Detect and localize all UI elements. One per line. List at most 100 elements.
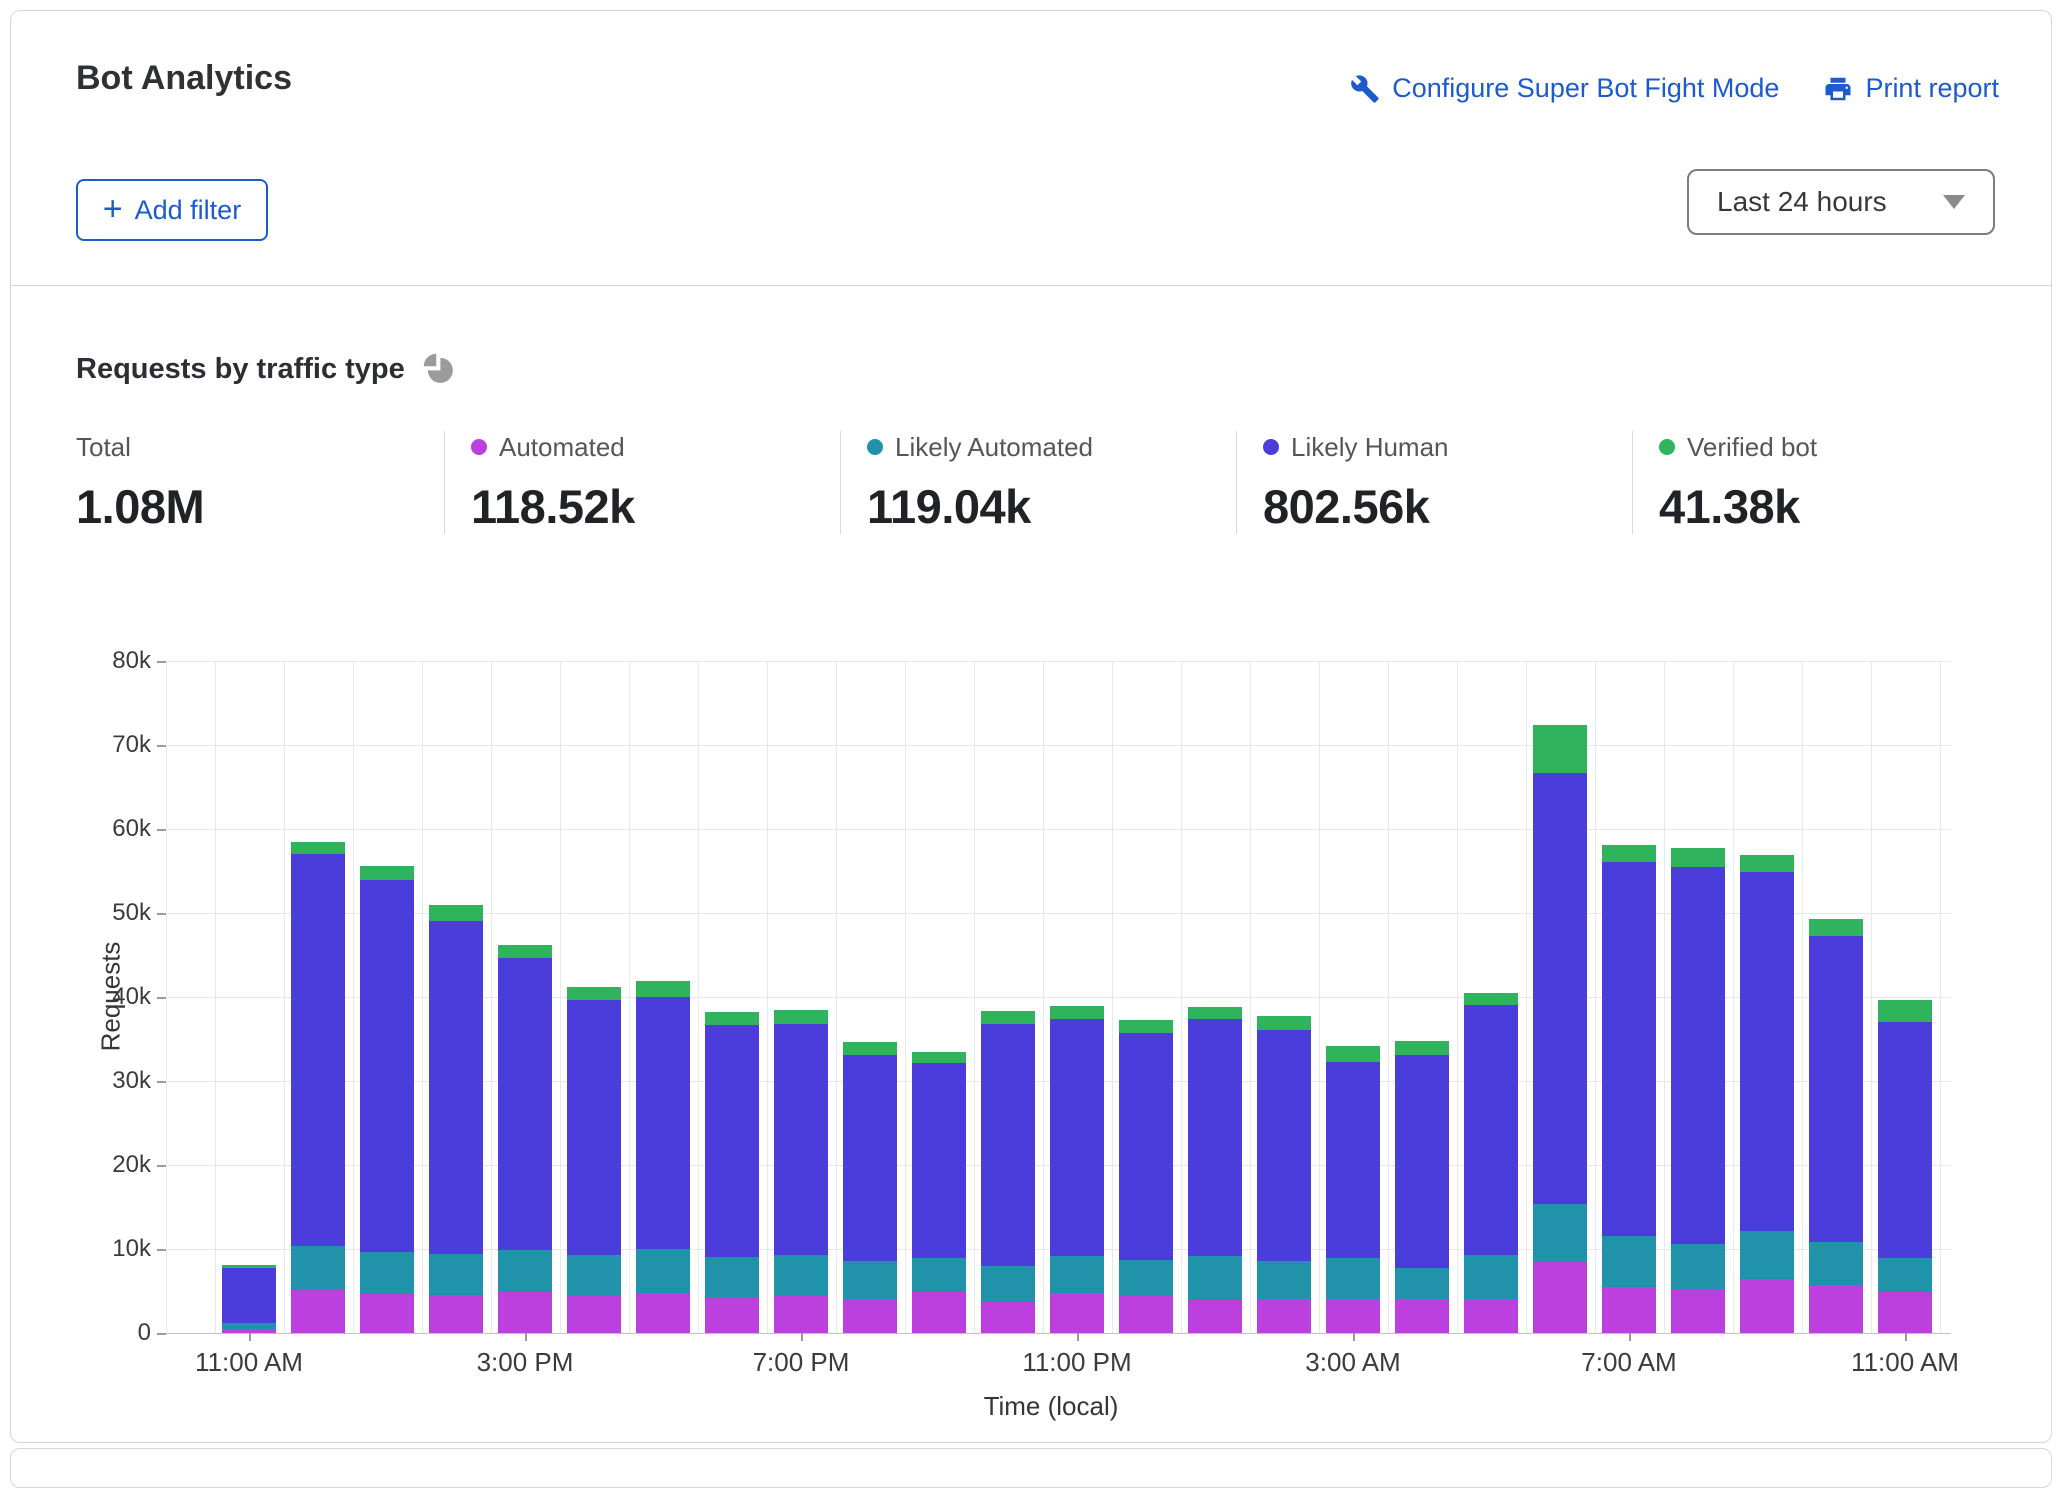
bar-8-00-pm-9[interactable] <box>843 1042 897 1333</box>
bar-5-00-pm-6[interactable] <box>636 981 690 1333</box>
bar-3-00-pm-4[interactable] <box>498 945 552 1333</box>
bar-segment-likely-human[interactable] <box>1395 1055 1449 1268</box>
bar-10-00-pm-11[interactable] <box>981 1011 1035 1333</box>
bar-segment-automated[interactable] <box>912 1292 966 1333</box>
bar-segment-automated[interactable] <box>1050 1293 1104 1333</box>
bar-segment-likely-human[interactable] <box>1809 936 1863 1243</box>
bar-segment-verified-bot[interactable] <box>1464 993 1518 1005</box>
bar-segment-verified-bot[interactable] <box>1395 1041 1449 1055</box>
bar-segment-likely-automated[interactable] <box>1602 1236 1656 1287</box>
bar-segment-verified-bot[interactable] <box>1671 848 1725 866</box>
bar-11-00-am-0[interactable] <box>222 1265 276 1333</box>
bar-segment-verified-bot[interactable] <box>1878 1000 1932 1022</box>
bar-segment-verified-bot[interactable] <box>1119 1020 1173 1033</box>
bar-segment-automated[interactable] <box>360 1294 414 1333</box>
bar-4-00-pm-5[interactable] <box>567 987 621 1333</box>
bar-segment-likely-human[interactable] <box>636 997 690 1249</box>
bar-segment-verified-bot[interactable] <box>1533 725 1587 773</box>
bar-segment-automated[interactable] <box>1188 1300 1242 1333</box>
bar-segment-likely-automated[interactable] <box>567 1255 621 1296</box>
bar-segment-verified-bot[interactable] <box>843 1042 897 1055</box>
bar-segment-likely-human[interactable] <box>429 921 483 1254</box>
bar-segment-likely-human[interactable] <box>498 958 552 1250</box>
bar-1-00-pm-2[interactable] <box>360 866 414 1333</box>
bar-segment-verified-bot[interactable] <box>291 842 345 855</box>
bar-segment-likely-human[interactable] <box>843 1055 897 1261</box>
bar-segment-automated[interactable] <box>1602 1287 1656 1333</box>
bar-segment-automated[interactable] <box>429 1295 483 1333</box>
bar-segment-verified-bot[interactable] <box>1050 1006 1104 1019</box>
bar-segment-likely-automated[interactable] <box>843 1261 897 1300</box>
bar-segment-likely-human[interactable] <box>222 1268 276 1323</box>
bar-11-00-am-24[interactable] <box>1878 1000 1932 1333</box>
bar-12-00-am-13[interactable] <box>1119 1020 1173 1333</box>
bar-segment-verified-bot[interactable] <box>981 1011 1035 1024</box>
bar-1-00-am-14[interactable] <box>1188 1007 1242 1333</box>
bar-segment-likely-automated[interactable] <box>1809 1242 1863 1285</box>
bar-4-00-am-17[interactable] <box>1395 1041 1449 1333</box>
bar-9-00-pm-10[interactable] <box>912 1052 966 1333</box>
bar-segment-likely-automated[interactable] <box>1464 1255 1518 1300</box>
bar-segment-automated[interactable] <box>1671 1289 1725 1333</box>
bar-segment-likely-human[interactable] <box>1602 862 1656 1236</box>
bar-segment-likely-automated[interactable] <box>1257 1261 1311 1299</box>
bar-segment-likely-automated[interactable] <box>1050 1256 1104 1293</box>
bar-segment-likely-human[interactable] <box>1257 1030 1311 1261</box>
bar-segment-likely-human[interactable] <box>1464 1005 1518 1255</box>
bar-segment-likely-human[interactable] <box>1533 773 1587 1205</box>
bar-segment-likely-human[interactable] <box>912 1063 966 1258</box>
bar-segment-likely-human[interactable] <box>1671 867 1725 1244</box>
bar-segment-verified-bot[interactable] <box>1740 855 1794 872</box>
bar-2-00-pm-3[interactable] <box>429 905 483 1333</box>
bar-12-00-pm-1[interactable] <box>291 842 345 1333</box>
bar-segment-likely-human[interactable] <box>1740 872 1794 1231</box>
bar-segment-verified-bot[interactable] <box>429 905 483 920</box>
bar-segment-verified-bot[interactable] <box>360 866 414 880</box>
bar-segment-verified-bot[interactable] <box>1257 1016 1311 1029</box>
bar-segment-likely-automated[interactable] <box>912 1258 966 1292</box>
bar-segment-likely-human[interactable] <box>360 880 414 1251</box>
bar-segment-automated[interactable] <box>636 1293 690 1333</box>
bar-segment-verified-bot[interactable] <box>636 981 690 997</box>
bar-11-00-pm-12[interactable] <box>1050 1006 1104 1333</box>
bar-6-00-pm-7[interactable] <box>705 1012 759 1333</box>
bar-segment-verified-bot[interactable] <box>705 1012 759 1025</box>
bar-3-00-am-16[interactable] <box>1326 1046 1380 1333</box>
bar-segment-verified-bot[interactable] <box>498 945 552 958</box>
bar-segment-automated[interactable] <box>981 1302 1035 1333</box>
bar-7-00-pm-8[interactable] <box>774 1010 828 1333</box>
bar-segment-automated[interactable] <box>1878 1292 1932 1333</box>
bar-segment-likely-automated[interactable] <box>360 1252 414 1295</box>
bar-segment-likely-human[interactable] <box>774 1024 828 1255</box>
bar-segment-likely-automated[interactable] <box>705 1257 759 1298</box>
bar-segment-verified-bot[interactable] <box>912 1052 966 1063</box>
bar-segment-likely-automated[interactable] <box>498 1250 552 1292</box>
bar-7-00-am-20[interactable] <box>1602 845 1656 1333</box>
bar-segment-automated[interactable] <box>1119 1296 1173 1333</box>
bar-segment-automated[interactable] <box>774 1296 828 1333</box>
bar-segment-likely-human[interactable] <box>705 1025 759 1257</box>
bar-segment-likely-automated[interactable] <box>1740 1231 1794 1280</box>
bar-segment-automated[interactable] <box>567 1296 621 1333</box>
bar-segment-likely-automated[interactable] <box>981 1266 1035 1302</box>
bar-10-00-am-23[interactable] <box>1809 919 1863 1333</box>
bar-segment-likely-human[interactable] <box>1119 1033 1173 1260</box>
bar-segment-automated[interactable] <box>1809 1285 1863 1333</box>
bar-segment-automated[interactable] <box>1326 1299 1380 1333</box>
bar-segment-verified-bot[interactable] <box>1809 919 1863 936</box>
bar-segment-verified-bot[interactable] <box>1188 1007 1242 1019</box>
bar-segment-automated[interactable] <box>1395 1299 1449 1333</box>
bar-segment-likely-automated[interactable] <box>429 1254 483 1295</box>
bar-segment-automated[interactable] <box>291 1290 345 1333</box>
bar-segment-likely-human[interactable] <box>981 1024 1035 1266</box>
bar-8-00-am-21[interactable] <box>1671 848 1725 1333</box>
bar-segment-likely-automated[interactable] <box>291 1246 345 1290</box>
bar-segment-automated[interactable] <box>498 1292 552 1333</box>
bar-segment-likely-human[interactable] <box>291 854 345 1246</box>
bar-segment-likely-automated[interactable] <box>1119 1260 1173 1296</box>
bar-segment-automated[interactable] <box>705 1298 759 1333</box>
bar-6-00-am-19[interactable] <box>1533 725 1587 1333</box>
bar-segment-automated[interactable] <box>843 1299 897 1333</box>
bar-segment-likely-automated[interactable] <box>1878 1258 1932 1292</box>
bar-segment-verified-bot[interactable] <box>1326 1046 1380 1062</box>
